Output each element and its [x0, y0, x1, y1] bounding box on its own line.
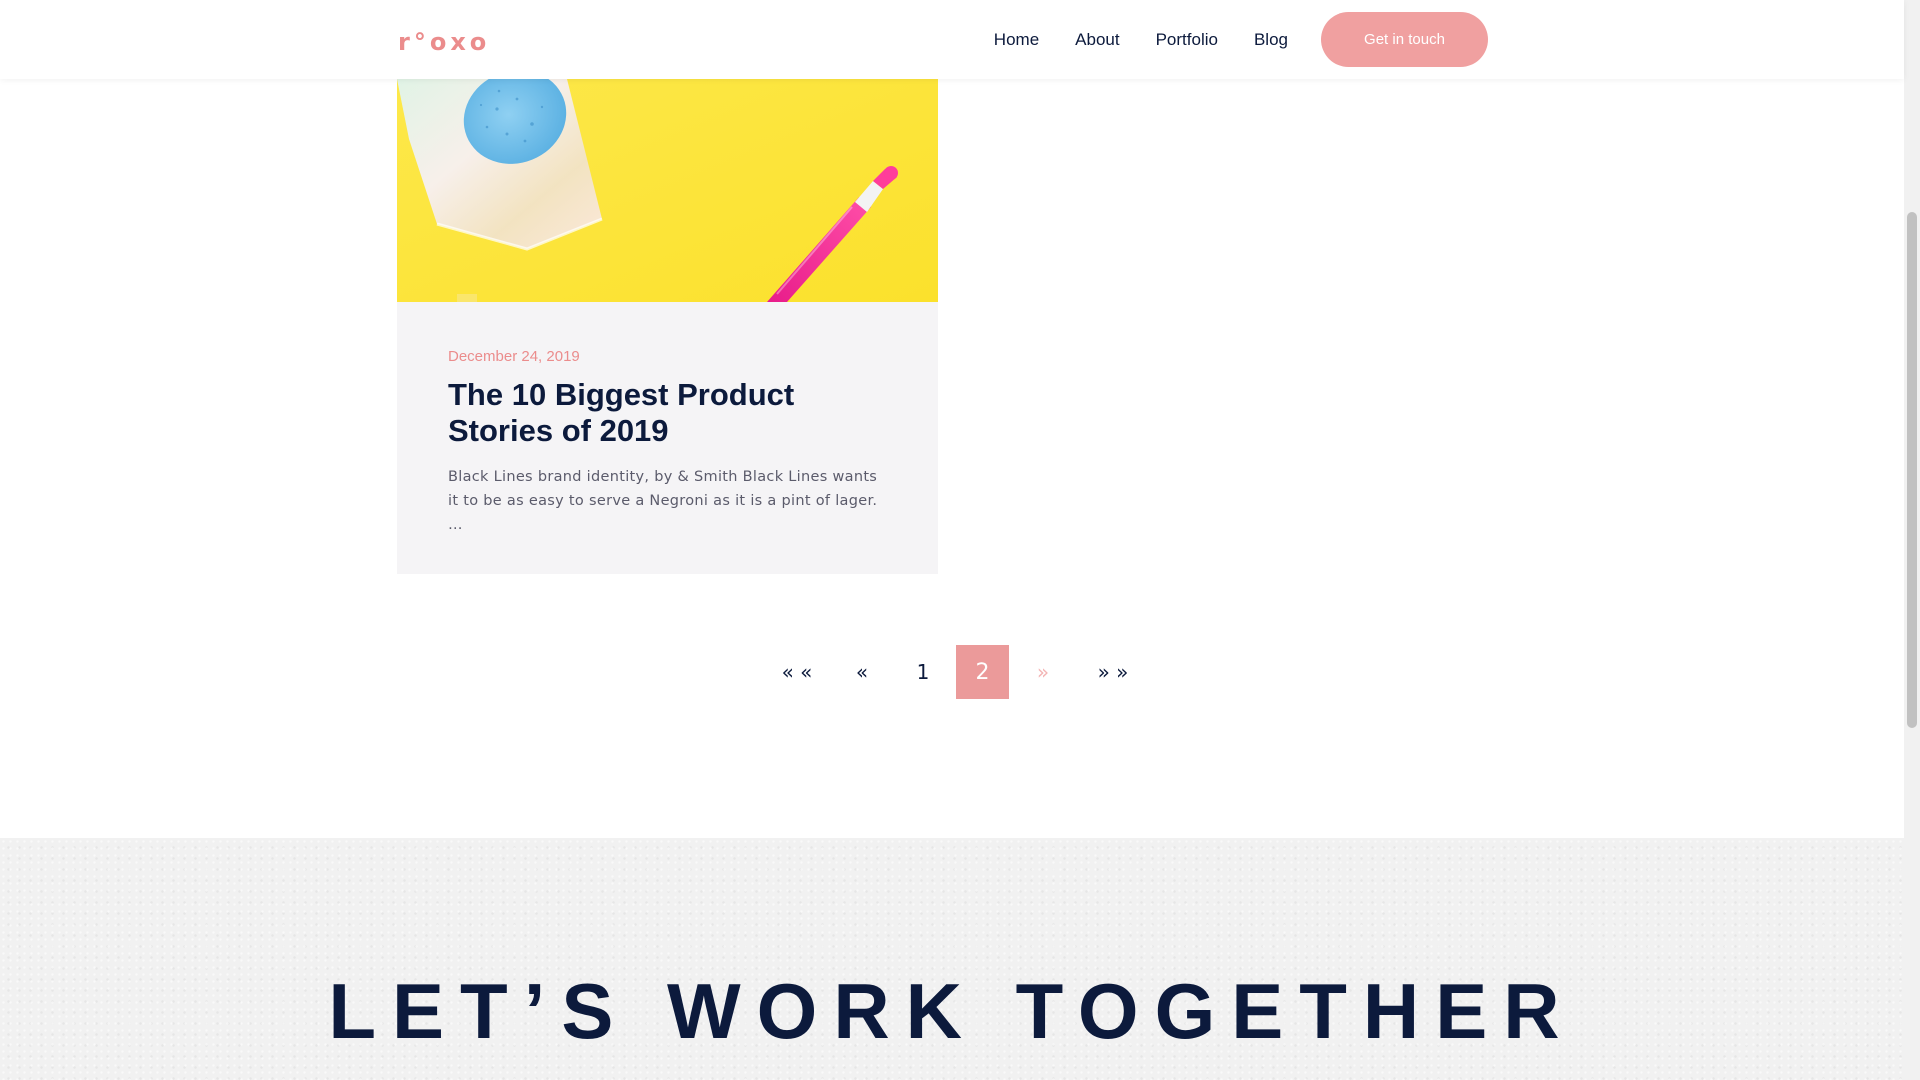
post-thumbnail-illustration [397, 79, 938, 302]
pagination: « « « 1 2 » » » [0, 645, 1904, 699]
nav-blog[interactable]: Blog [1254, 30, 1288, 50]
post-excerpt: Black Lines brand identity, by & Smith B… [448, 469, 878, 533]
pagination-page-2-current[interactable]: 2 [956, 645, 1009, 699]
site-header: r°oxo Home About Portfolio Blog Get in t… [0, 0, 1904, 79]
get-in-touch-button[interactable]: Get in touch [1321, 12, 1488, 67]
page: r°oxo Home About Portfolio Blog Get in t… [0, 0, 1920, 1080]
post-thumbnail[interactable] [397, 79, 938, 302]
post-date: December 24, 2019 [448, 348, 580, 365]
page-scrollbar[interactable] [1904, 0, 1920, 1080]
lets-work-together-section: LET’S WORK TOGETHER [0, 838, 1904, 1080]
post-title[interactable]: The 10 Biggest Product Stories of 2019 [448, 377, 868, 449]
scrollbar-thumb[interactable] [1907, 212, 1917, 728]
pagination-prev[interactable]: « [842, 645, 882, 699]
nav-portfolio[interactable]: Portfolio [1156, 30, 1218, 50]
nav-home[interactable]: Home [994, 30, 1039, 50]
pagination-last[interactable]: » » [1088, 645, 1138, 699]
main-nav: Home About Portfolio Blog Get in touch [958, 0, 1488, 79]
pagination-first[interactable]: « « [772, 645, 822, 699]
blog-post-card[interactable]: December 24, 2019 The 10 Biggest Product… [397, 79, 938, 574]
pagination-next: » [1036, 660, 1050, 684]
logo-text: r°oxo [398, 28, 491, 56]
nav-about[interactable]: About [1075, 30, 1119, 50]
pagination-page-1[interactable]: 1 [903, 645, 943, 699]
cta-heading: LET’S WORK TOGETHER [328, 967, 1576, 1055]
site-logo[interactable]: r°oxo [398, 26, 490, 56]
